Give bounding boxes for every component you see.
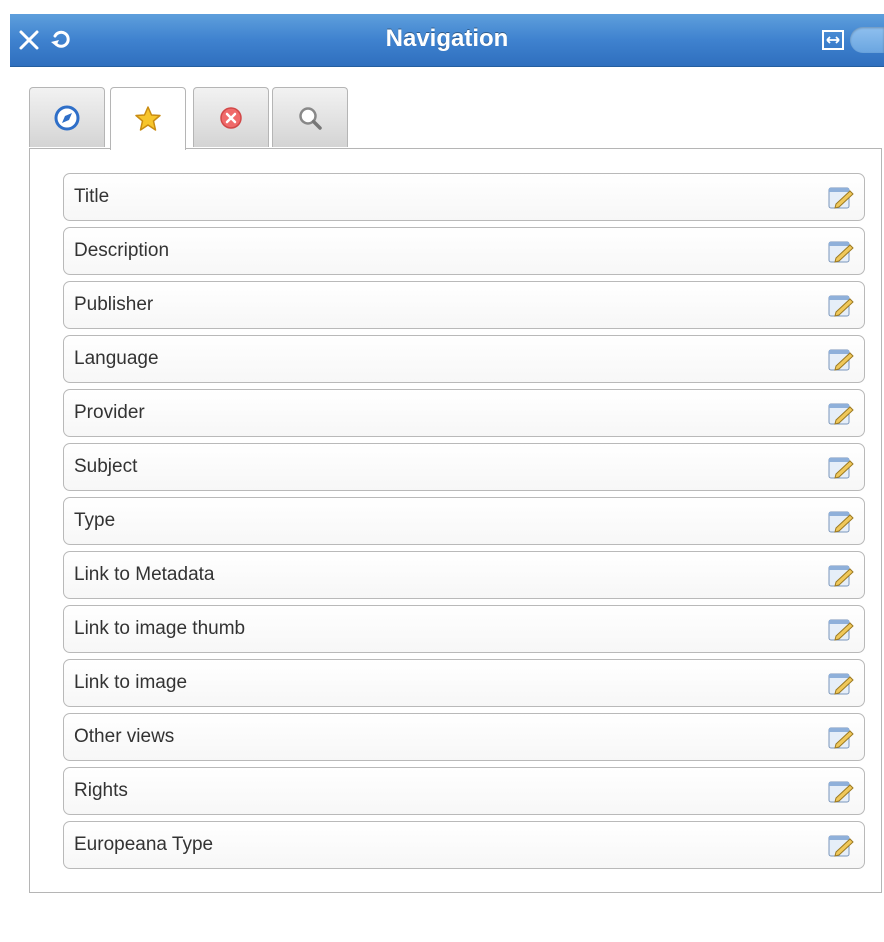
field-label: Europeana Type [74, 834, 214, 855]
field-subject[interactable]: Subject [63, 443, 865, 491]
field-label: Provider [74, 402, 145, 423]
toggle-knob [850, 27, 884, 53]
field-label: Type [74, 510, 116, 531]
field-label: Link to image [74, 672, 188, 693]
edit-icon[interactable] [828, 564, 854, 588]
field-label: Rights [74, 780, 128, 801]
edit-icon[interactable] [828, 186, 854, 210]
edit-icon[interactable] [828, 726, 854, 750]
field-label: Link to Metadata [74, 564, 215, 585]
expand-button[interactable] [820, 14, 846, 66]
field-type[interactable]: Type [63, 497, 865, 545]
field-rights[interactable]: Rights [63, 767, 865, 815]
field-link-to-metadata[interactable]: Link to Metadata [63, 551, 865, 599]
edit-icon[interactable] [828, 618, 854, 642]
edit-icon[interactable] [828, 402, 854, 426]
field-list: Title Description Publisher Language Pro… [63, 173, 865, 875]
field-other-views[interactable]: Other views [63, 713, 865, 761]
field-label: Title [74, 186, 110, 207]
field-description[interactable]: Description [63, 227, 865, 275]
field-label: Publisher [74, 294, 154, 315]
compass-icon [54, 105, 80, 130]
edit-icon[interactable] [828, 240, 854, 264]
search-icon [299, 106, 322, 130]
toggle-switch[interactable] [850, 14, 884, 66]
field-label: Link to image thumb [74, 618, 246, 639]
field-language[interactable]: Language [63, 335, 865, 383]
field-title[interactable]: Title [63, 173, 865, 221]
field-link-to-image[interactable]: Link to image [63, 659, 865, 707]
field-label: Subject [74, 456, 138, 477]
remove-icon [220, 106, 242, 129]
fields-panel: Title Description Publisher Language Pro… [29, 148, 882, 893]
edit-icon[interactable] [828, 294, 854, 318]
edit-icon[interactable] [828, 456, 854, 480]
title-bar: Navigation [10, 14, 884, 67]
field-label: Other views [74, 726, 175, 747]
star-icon [135, 106, 161, 131]
tab-navigation[interactable] [29, 87, 105, 147]
field-provider[interactable]: Provider [63, 389, 865, 437]
tab-search[interactable] [272, 87, 348, 147]
field-label: Description [74, 240, 170, 261]
edit-icon[interactable] [828, 348, 854, 372]
edit-icon[interactable] [828, 780, 854, 804]
tab-remove[interactable] [193, 87, 269, 147]
field-link-to-image-thumb[interactable]: Link to image thumb [63, 605, 865, 653]
edit-icon[interactable] [828, 510, 854, 534]
edit-icon[interactable] [828, 834, 854, 858]
field-label: Language [74, 348, 159, 369]
field-europeana-type[interactable]: Europeana Type [63, 821, 865, 869]
expand-icon [822, 30, 844, 50]
field-publisher[interactable]: Publisher [63, 281, 865, 329]
edit-icon[interactable] [828, 672, 854, 696]
page-title: Navigation [385, 25, 509, 52]
tab-favorites[interactable] [110, 87, 186, 150]
